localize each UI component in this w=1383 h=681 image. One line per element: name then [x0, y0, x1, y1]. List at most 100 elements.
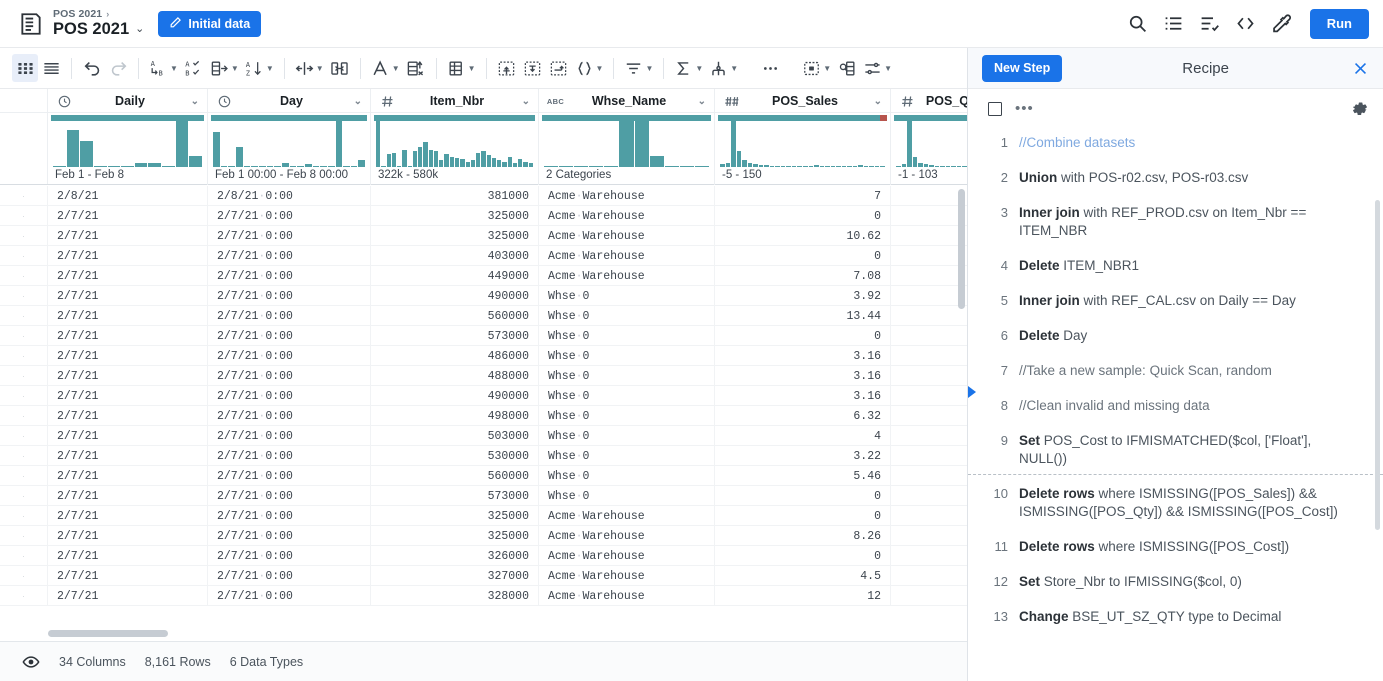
cell-pos_sales[interactable]: 8.26	[715, 526, 891, 546]
cell-whse_name[interactable]: Acme·Warehouse	[539, 526, 715, 546]
column-header-whse_name[interactable]: ABCWhse_Name⌄	[539, 89, 715, 113]
more-tools-button[interactable]	[757, 54, 783, 82]
cell-daily[interactable]: 2/7/21	[48, 466, 208, 486]
table-row[interactable]: ·2/7/212/7/21·0:00325000Acme·Warehouse10…	[0, 226, 967, 246]
recipe-scrollbar[interactable]	[1375, 200, 1380, 530]
merge-columns-button[interactable]	[327, 54, 353, 82]
recipe-step[interactable]: 3Inner join with REF_PROD.csv on Item_Nb…	[988, 199, 1361, 252]
cell-day[interactable]: 2/7/21·0:00	[208, 206, 371, 226]
column-header-daily[interactable]: Daily⌄	[48, 89, 208, 113]
cell-whse_name[interactable]: Acme·Warehouse	[539, 506, 715, 526]
table-row[interactable]: ·2/7/212/7/21·0:00573000Whse·00	[0, 486, 967, 506]
lookup-button[interactable]	[834, 54, 860, 82]
grid-data-rows[interactable]: ·2/8/212/8/21·0:00381000Acme·Warehouse7 ·…	[0, 186, 967, 641]
cell-daily[interactable]: 2/8/21	[48, 186, 208, 206]
table-row[interactable]: ·2/7/212/7/21·0:00490000Whse·03.16	[0, 386, 967, 406]
cell-day[interactable]: 2/7/21·0:00	[208, 546, 371, 566]
table-row[interactable]: ·2/7/212/7/21·0:00326000Acme·Warehouse0	[0, 546, 967, 566]
cell-item_nbr[interactable]: 381000	[371, 186, 539, 206]
column-summary-pos_sales[interactable]: -5 - 150	[715, 113, 891, 185]
recipe-step[interactable]: 4Delete ITEM_NBR1	[988, 252, 1361, 287]
cell-pos_sales[interactable]: 10.62	[715, 226, 891, 246]
cell-item_nbr[interactable]: 573000	[371, 326, 539, 346]
recipe-step[interactable]: 13Change BSE_UT_SZ_QTY type to Decimal	[988, 603, 1361, 638]
cell-whse_name[interactable]: Whse·0	[539, 346, 715, 366]
cell-daily[interactable]: 2/7/21	[48, 446, 208, 466]
replace-text-button[interactable]: AB▼	[146, 54, 181, 82]
settings-tool-button[interactable]: ▼	[860, 54, 895, 82]
cell-pos_sales[interactable]: 3.16	[715, 366, 891, 386]
cell-whse_name[interactable]: Acme·Warehouse	[539, 266, 715, 286]
cell-pos_sales[interactable]: 7	[715, 186, 891, 206]
cell-daily[interactable]: 2/7/21	[48, 566, 208, 586]
cell-daily[interactable]: 2/7/21	[48, 386, 208, 406]
column-summary-whse_name[interactable]: 2 Categories	[539, 113, 715, 185]
close-icon[interactable]	[1349, 57, 1371, 79]
column-summary-pos_qty[interactable]: -1 - 103	[891, 113, 967, 185]
cell-pos_sales[interactable]: 3.16	[715, 346, 891, 366]
cell-daily[interactable]: 2/7/21	[48, 366, 208, 386]
cell-pos_qty[interactable]	[891, 486, 967, 506]
cell-daily[interactable]: 2/7/21	[48, 426, 208, 446]
column-list-icon[interactable]	[1162, 12, 1186, 36]
recipe-step[interactable]: 5Inner join with REF_CAL.csv on Daily ==…	[988, 287, 1361, 322]
cell-whse_name[interactable]: Acme·Warehouse	[539, 186, 715, 206]
table-row[interactable]: ·2/7/212/7/21·0:00503000Whse·04	[0, 426, 967, 446]
cell-item_nbr[interactable]: 327000	[371, 566, 539, 586]
cell-item_nbr[interactable]: 403000	[371, 246, 539, 266]
cell-day[interactable]: 2/7/21·0:00	[208, 246, 371, 266]
cell-pos_qty[interactable]	[891, 506, 967, 526]
cell-day[interactable]: 2/7/21·0:00	[208, 346, 371, 366]
cell-whse_name[interactable]: Whse·0	[539, 286, 715, 306]
cell-pos_qty[interactable]	[891, 206, 967, 226]
cell-item_nbr[interactable]: 498000	[371, 406, 539, 426]
manage-columns-button[interactable]: ▼	[444, 54, 479, 82]
cell-item_nbr[interactable]: 325000	[371, 206, 539, 226]
column-summary-day[interactable]: Feb 1 00:00 - Feb 8 00:00	[208, 113, 371, 185]
cell-day[interactable]: 2/7/21·0:00	[208, 406, 371, 426]
aggregate-button[interactable]: ▼	[671, 54, 706, 82]
cell-item_nbr[interactable]: 490000	[371, 386, 539, 406]
recipe-step[interactable]: 10Delete rows where ISMISSING([POS_Sales…	[988, 480, 1361, 533]
cell-day[interactable]: 2/7/21·0:00	[208, 486, 371, 506]
chevron-down-icon[interactable]: ⌄	[187, 96, 199, 107]
cell-day[interactable]: 2/7/21·0:00	[208, 366, 371, 386]
cell-daily[interactable]: 2/7/21	[48, 586, 208, 606]
cell-item_nbr[interactable]: 503000	[371, 426, 539, 446]
cell-pos_qty[interactable]	[891, 326, 967, 346]
filter-button[interactable]: ▼	[621, 54, 656, 82]
cell-whse_name[interactable]: Whse·0	[539, 486, 715, 506]
cell-daily[interactable]: 2/7/21	[48, 266, 208, 286]
table-row[interactable]: ·2/7/212/7/21·0:00488000Whse·03.16	[0, 366, 967, 386]
duplicate-rows-button[interactable]	[546, 54, 572, 82]
cell-day[interactable]: 2/7/21·0:00	[208, 526, 371, 546]
chevron-down-icon[interactable]: ⌄	[518, 96, 530, 107]
recipe-step[interactable]: 9Set POS_Cost to IFMISMATCHED($col, ['Fl…	[988, 427, 1361, 480]
cell-item_nbr[interactable]: 449000	[371, 266, 539, 286]
eyedropper-icon[interactable]	[1270, 12, 1294, 36]
recipe-step[interactable]: 6Delete Day	[988, 322, 1361, 357]
table-row[interactable]: ·2/7/212/7/21·0:00403000Acme·Warehouse0	[0, 246, 967, 266]
recipe-step[interactable]: 7//Take a new sample: Quick Scan, random	[988, 357, 1361, 392]
cell-day[interactable]: 2/7/21·0:00	[208, 386, 371, 406]
cell-whse_name[interactable]: Whse·0	[539, 326, 715, 346]
code-brackets-icon[interactable]	[1234, 12, 1258, 36]
cell-pos_qty[interactable]	[891, 246, 967, 266]
cell-pos_sales[interactable]: 7.08	[715, 266, 891, 286]
cell-day[interactable]: 2/7/21·0:00	[208, 446, 371, 466]
recipe-steps-list[interactable]: 1//Combine datasets2Union with POS-r02.c…	[968, 129, 1383, 681]
select-all-checkbox[interactable]	[988, 102, 1002, 116]
cell-whse_name[interactable]: Acme·Warehouse	[539, 566, 715, 586]
table-row[interactable]: ·2/7/212/7/21·0:00328000Acme·Warehouse12	[0, 586, 967, 606]
cell-day[interactable]: 2/7/21·0:00	[208, 466, 371, 486]
table-row[interactable]: ·2/7/212/7/21·0:00449000Acme·Warehouse7.…	[0, 266, 967, 286]
extract-column-button[interactable]: ▼	[207, 54, 242, 82]
cell-pos_qty[interactable]	[891, 306, 967, 326]
table-row[interactable]: ·2/8/212/8/21·0:00381000Acme·Warehouse7	[0, 186, 967, 206]
cell-item_nbr[interactable]: 325000	[371, 526, 539, 546]
table-row[interactable]: ·2/7/212/7/21·0:00530000Whse·03.22	[0, 446, 967, 466]
table-row[interactable]: ·2/7/212/7/21·0:00490000Whse·03.92	[0, 286, 967, 306]
more-dots-icon[interactable]: •••	[1015, 105, 1034, 113]
pivot-button[interactable]: ▼	[706, 54, 741, 82]
gear-icon[interactable]	[1351, 100, 1369, 118]
